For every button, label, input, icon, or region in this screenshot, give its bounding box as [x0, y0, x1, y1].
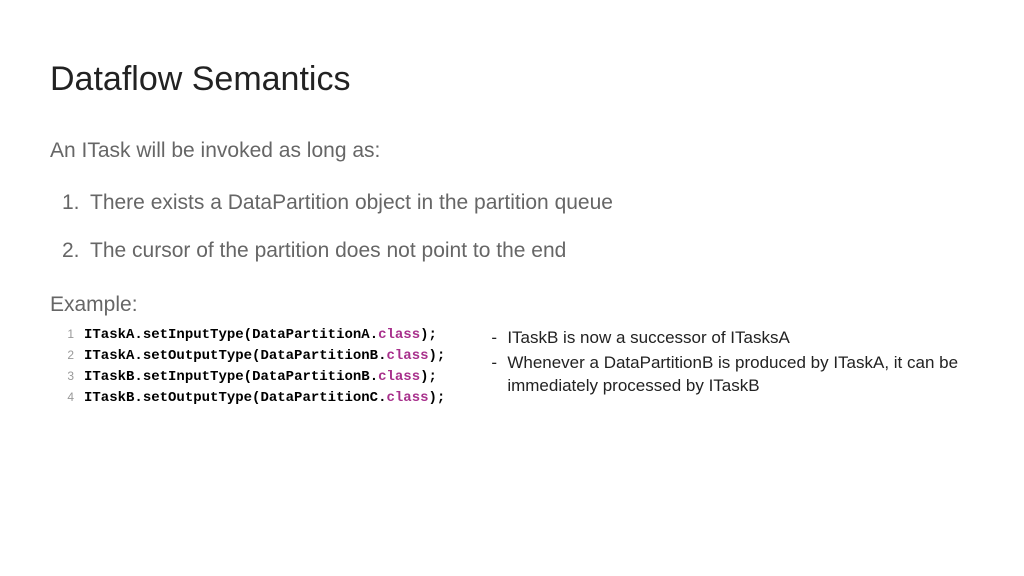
example-label: Example: — [50, 293, 974, 317]
condition-text: There exists a DataPartition object in t… — [90, 191, 613, 214]
code-line: 4 ITaskB.setOutputType(DataPartitionC.cl… — [56, 388, 445, 409]
condition-text: The cursor of the partition does not poi… — [90, 239, 566, 262]
code-text: ITaskA.setInputType(DataPartitionA.class… — [84, 325, 437, 346]
note-item: ITaskB is now a successor of ITasksA — [485, 327, 974, 350]
note-item: Whenever a DataPartitionB is produced by… — [485, 352, 974, 398]
condition-list: 1. There exists a DataPartition object i… — [50, 191, 974, 263]
notes-list: ITaskB is now a successor of ITasksA Whe… — [485, 325, 974, 400]
condition-item: 1. There exists a DataPartition object i… — [90, 191, 974, 215]
line-number: 2 — [56, 346, 74, 364]
code-text: ITaskA.setOutputType(DataPartitionB.clas… — [84, 346, 445, 367]
code-line: 3 ITaskB.setInputType(DataPartitionB.cla… — [56, 367, 445, 388]
condition-item: 2. The cursor of the partition does not … — [90, 239, 974, 263]
code-block: 1 ITaskA.setInputType(DataPartitionA.cla… — [50, 325, 445, 409]
code-text: ITaskB.setOutputType(DataPartitionC.clas… — [84, 388, 445, 409]
lower-row: 1 ITaskA.setInputType(DataPartitionA.cla… — [50, 325, 974, 409]
line-number: 1 — [56, 325, 74, 343]
intro-text: An ITask will be invoked as long as: — [50, 139, 974, 163]
list-number: 2. — [62, 239, 80, 263]
code-line: 2 ITaskA.setOutputType(DataPartitionB.cl… — [56, 346, 445, 367]
list-number: 1. — [62, 191, 80, 215]
code-line: 1 ITaskA.setInputType(DataPartitionA.cla… — [56, 325, 445, 346]
line-number: 4 — [56, 388, 74, 406]
code-text: ITaskB.setInputType(DataPartitionB.class… — [84, 367, 437, 388]
slide-title: Dataflow Semantics — [50, 60, 974, 99]
line-number: 3 — [56, 367, 74, 385]
